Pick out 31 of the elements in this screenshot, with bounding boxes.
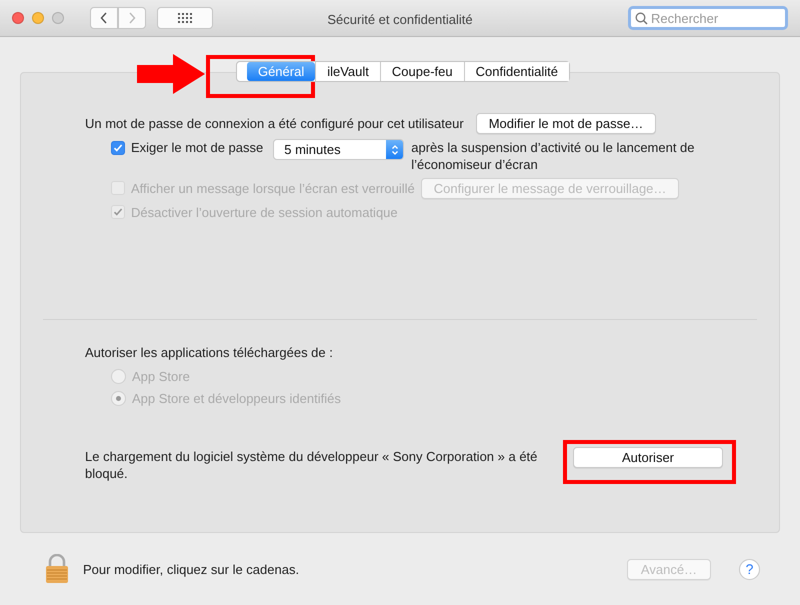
password-status-text: Un mot de passe de connexion a été configuré pour cet utilisateur — [85, 114, 464, 132]
checkbox-label: Exiger le mot de passe — [131, 139, 264, 156]
back-button[interactable] — [90, 7, 118, 29]
window-title: Sécurité et confidentialité — [327, 12, 473, 27]
delay-description: après la suspension d’activité ou le lancement de l’économiseur d’écran — [411, 139, 696, 173]
lock-hint-text: Pour modifier, cliquez sur le cadenas. — [83, 560, 300, 578]
close-button[interactable] — [12, 12, 24, 24]
minimize-button[interactable] — [32, 12, 44, 24]
blocked-software-message: Le chargement du logiciel système du développeur « Sony Corporation » a été bloqué. — [85, 448, 538, 482]
tab[interactable]: Confidentialité — [464, 62, 570, 81]
search-field[interactable]: Rechercher — [628, 6, 788, 30]
show-all-button[interactable] — [157, 7, 213, 29]
radio-label: App Store — [132, 368, 190, 384]
checkmark-icon — [113, 207, 123, 217]
stepper-icon — [386, 140, 404, 159]
checkbox[interactable] — [111, 141, 125, 155]
chevron-right-icon — [128, 12, 136, 24]
zoom-button[interactable] — [52, 12, 64, 24]
radio-label: App Store et développeurs identifiés — [132, 390, 341, 406]
delay-dropdown[interactable]: 5 minutes — [273, 139, 404, 160]
allow-button[interactable]: Autoriser — [573, 447, 723, 468]
help-button[interactable]: ? — [739, 558, 760, 580]
search-icon — [635, 12, 648, 25]
checkbox-label: Afficher un message lorsque l’écran est verrouillé — [131, 180, 415, 196]
padlock-icon — [45, 554, 69, 584]
grid-icon — [177, 13, 193, 23]
checkbox-label: Désactiver l’ouverture de session automatique — [131, 204, 398, 220]
change-password-button[interactable]: Modifier le mot de passe… — [476, 112, 656, 134]
downloads-label: Autoriser les applications téléchargées de : — [85, 344, 333, 360]
chevron-left-icon — [100, 12, 108, 24]
checkmark-icon — [113, 143, 123, 153]
